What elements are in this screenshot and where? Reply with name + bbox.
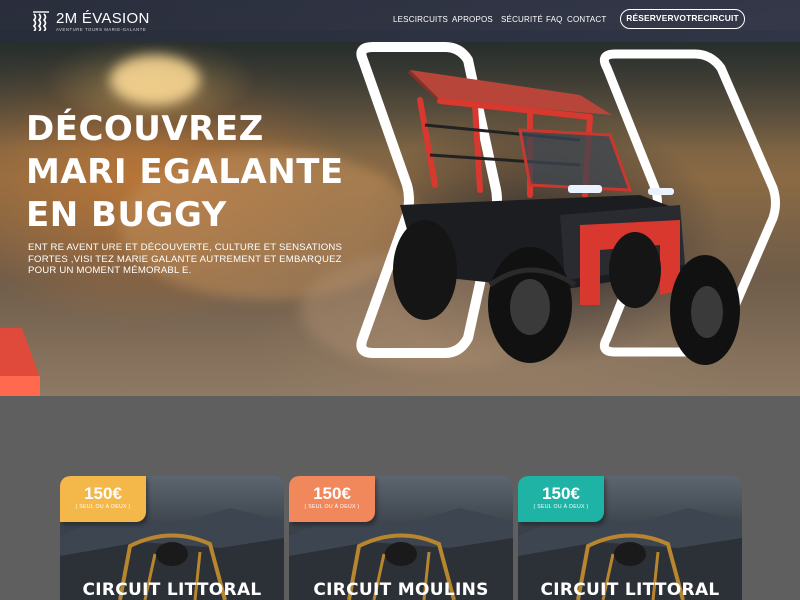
price-note: ( SEUL OU À DEUX ) — [75, 504, 131, 510]
logo-tagline: Aventure tours marie-galante — [56, 27, 147, 32]
nav-faq[interactable]: FAQ — [546, 15, 563, 24]
red-corner-accent — [0, 328, 40, 396]
price-tag: 150€ ( SEUL OU À DEUX ) — [518, 476, 604, 522]
price-tag: 150€ ( SEUL OU À DEUX ) — [60, 476, 146, 522]
logo-name[interactable]: 2M ÉVASION — [56, 10, 150, 27]
nav-a-propos[interactable]: Apropos — [452, 15, 493, 24]
card-title: CIRCUIT LITTORAL — [82, 580, 262, 600]
nav-securite[interactable]: Sécurité — [501, 15, 543, 24]
hero-description: ENT RE AVENT URE ET DÉCOUVERTE, CULTURE … — [28, 242, 343, 276]
nav-contact[interactable]: Contact — [567, 15, 606, 24]
reserve-circuit-button[interactable]: RéserverVotreCircuit — [620, 9, 745, 29]
price-value: 150€ — [313, 484, 351, 503]
price-note: ( SEUL OU À DEUX ) — [533, 504, 589, 510]
hero-title-line: DÉCOUVREZ — [26, 109, 264, 149]
price-tag: 150€ ( SEUL OU À DEUX ) — [289, 476, 375, 522]
card-title: CIRCUIT LITTORAL — [540, 580, 720, 600]
hero-title: DÉCOUVREZ MARI EGALANTE EN BUGGY — [26, 108, 366, 237]
price-value: 150€ — [84, 484, 122, 503]
site-header: 2M ÉVASION Aventure tours marie-galante … — [0, 0, 800, 42]
hero-title-line: EN BUGGY — [26, 195, 227, 235]
hero-title-line: MARI EGALANTE — [26, 152, 344, 192]
card-title: CIRCUIT MOULINS — [313, 580, 489, 600]
sun-glow — [110, 55, 200, 105]
circuit-card[interactable]: 150€ ( SEUL OU À DEUX ) CIRCUIT LITTORAL — [60, 476, 284, 600]
price-note: ( SEUL OU À DEUX ) — [304, 504, 360, 510]
nav-les-circuits[interactable]: LesCircuits — [393, 15, 448, 24]
hero-banner: DÉCOUVREZ MARI EGALANTE EN BUGGY ENT RE … — [0, 0, 800, 396]
price-value: 150€ — [542, 484, 580, 503]
palm-waves-logo-icon — [32, 11, 49, 31]
circuit-card[interactable]: 150€ ( SEUL OU À DEUX ) CIRCUIT MOULINS — [289, 476, 513, 600]
circuit-card[interactable]: 150€ ( SEUL OU À DEUX ) CIRCUIT LITTORAL — [518, 476, 742, 600]
buggy-image — [393, 70, 740, 365]
